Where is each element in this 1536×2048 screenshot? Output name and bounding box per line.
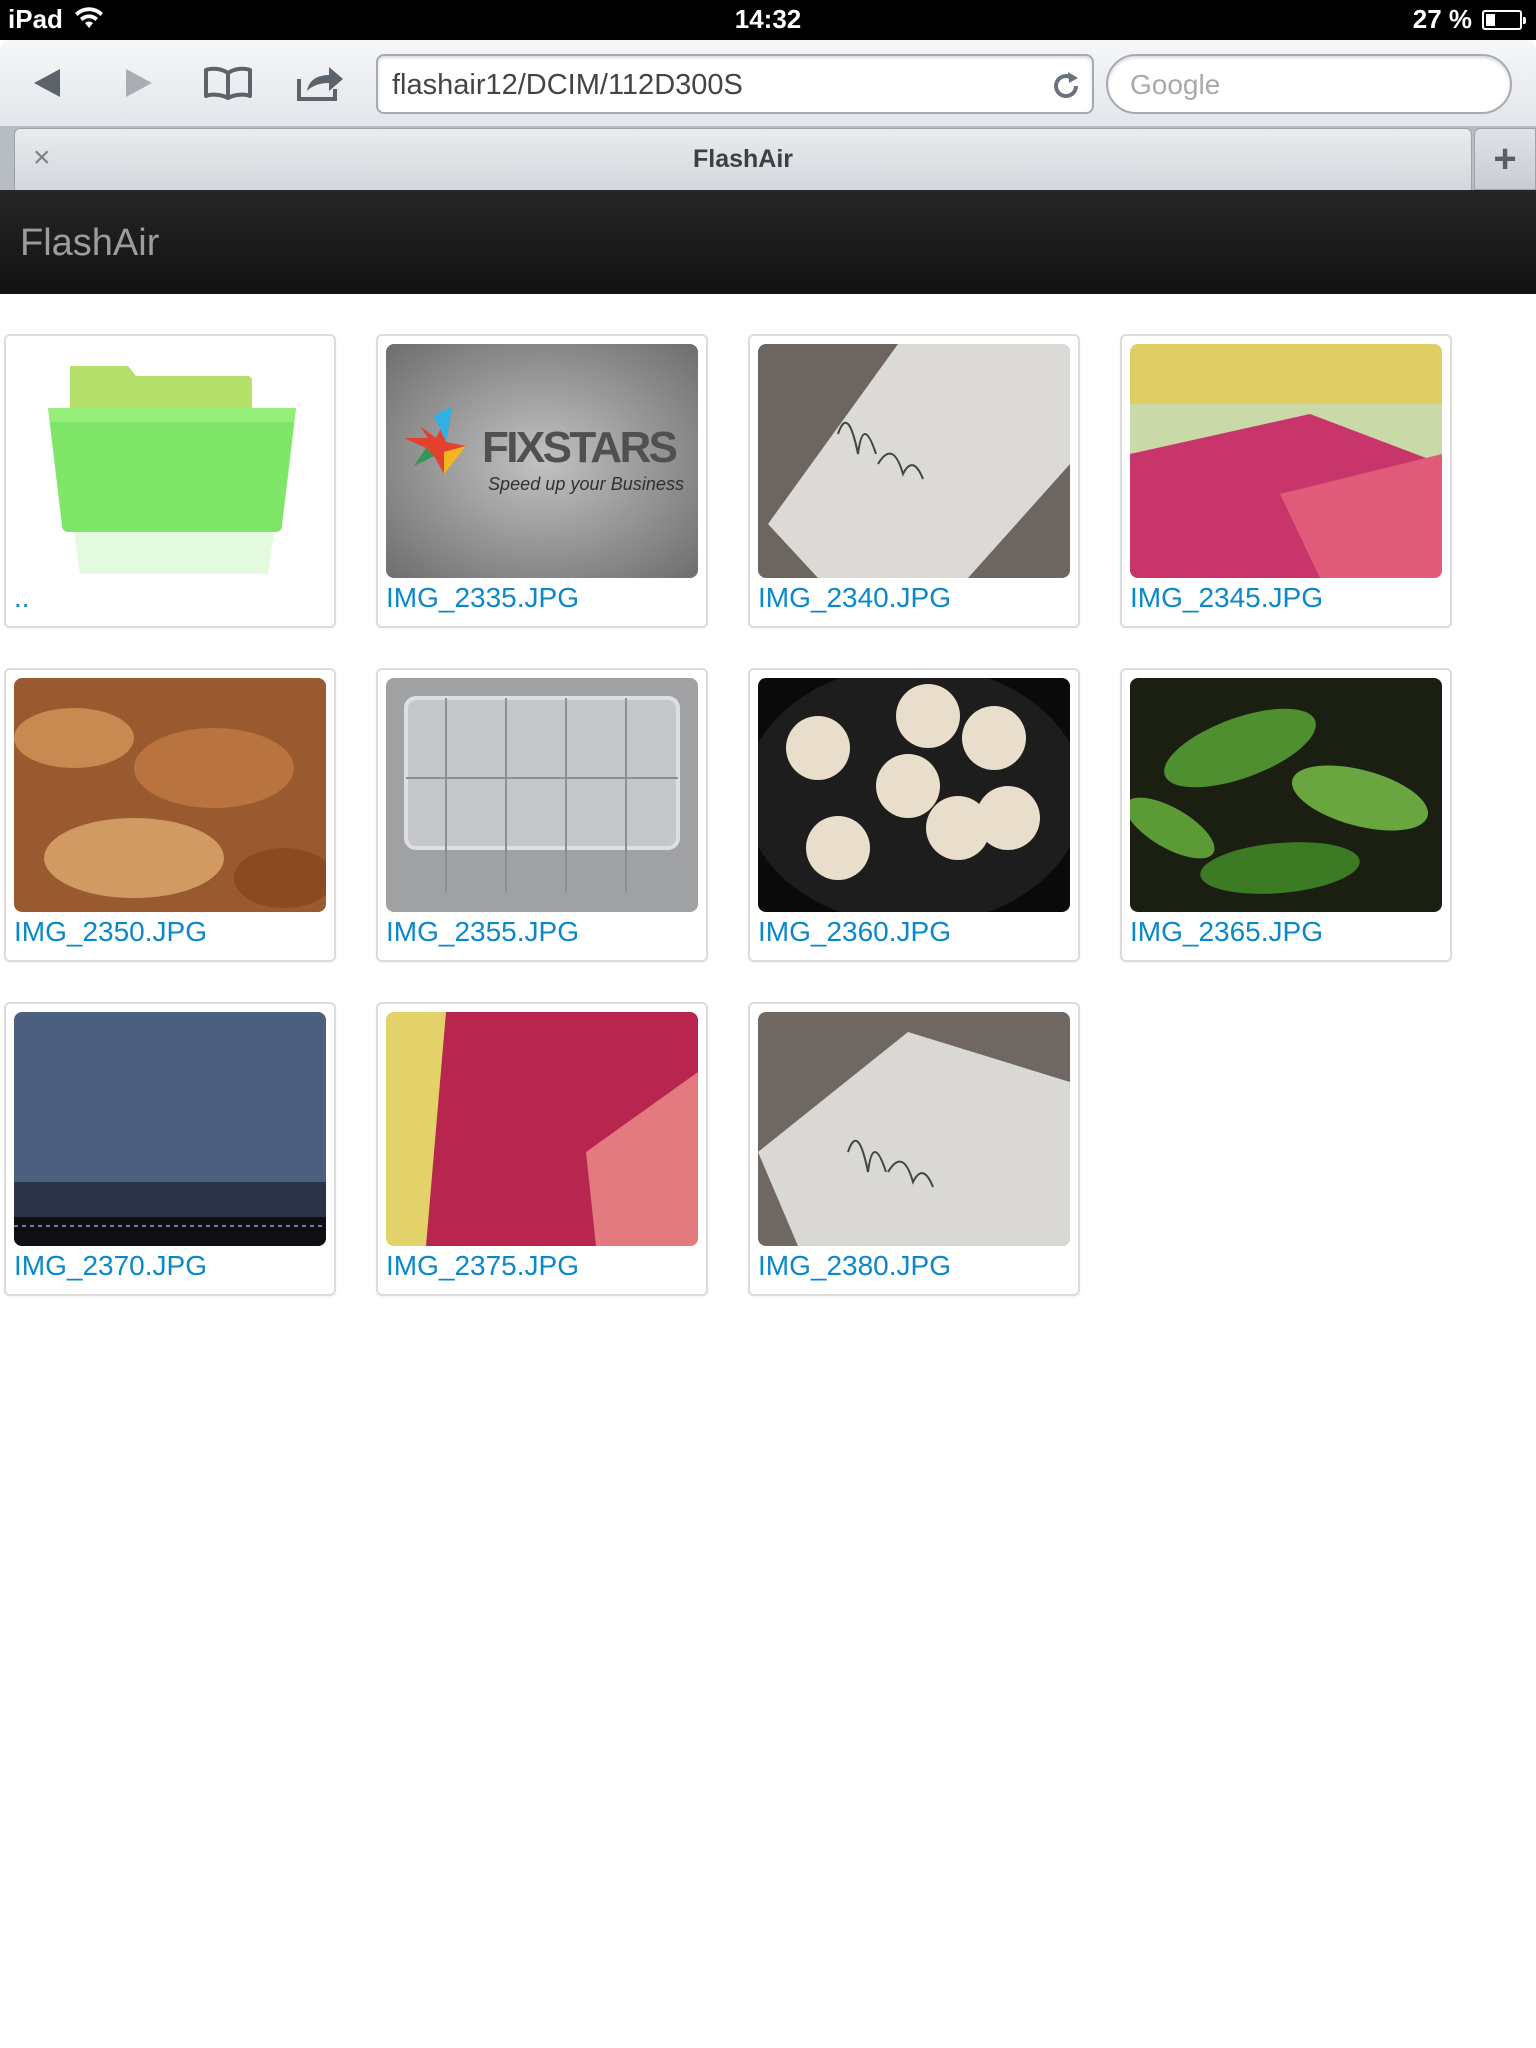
- image-file-item[interactable]: IMG_2370.JPG: [4, 1002, 336, 1296]
- file-name-link[interactable]: IMG_2340.JPG: [758, 582, 951, 614]
- image-thumbnail[interactable]: [14, 1012, 326, 1246]
- parent-folder-item[interactable]: ..: [4, 334, 336, 628]
- share-button[interactable]: [292, 58, 348, 108]
- browser-toolbar: flashair12/DCIM/112D300S: [0, 40, 1536, 126]
- file-name-link[interactable]: IMG_2380.JPG: [758, 1250, 951, 1282]
- battery-icon: [1482, 10, 1526, 30]
- image-file-item[interactable]: IMG_2380.JPG: [748, 1002, 1080, 1296]
- search-input[interactable]: [1130, 68, 1490, 102]
- back-button[interactable]: [20, 58, 76, 108]
- file-name-link[interactable]: IMG_2360.JPG: [758, 916, 951, 948]
- forward-arrow-icon: [126, 69, 152, 97]
- reload-icon[interactable]: [1050, 70, 1082, 102]
- image-thumbnail[interactable]: [14, 678, 326, 912]
- battery-percentage: 27 %: [1412, 4, 1472, 34]
- image-file-item[interactable]: IMG_2350.JPG: [4, 668, 336, 962]
- image-thumbnail[interactable]: [758, 344, 1070, 578]
- tab-flashair[interactable]: × FlashAir: [14, 128, 1472, 190]
- search-field[interactable]: [1106, 54, 1512, 114]
- svg-text:Speed up your Business: Speed up your Business: [488, 474, 684, 494]
- image-thumbnail[interactable]: FIXSTARS Speed up your Business: [386, 344, 698, 578]
- share-icon: [297, 67, 343, 101]
- image-thumbnail[interactable]: [386, 1012, 698, 1246]
- file-name-link[interactable]: ..: [14, 582, 30, 614]
- image-thumbnail[interactable]: [1130, 678, 1442, 912]
- tab-title: FlashAir: [692, 145, 794, 173]
- forward-button[interactable]: [110, 58, 166, 108]
- status-bar: iPad 14:32 27 %: [0, 0, 1536, 40]
- book-icon: [204, 66, 252, 100]
- image-file-item[interactable]: IMG_2360.JPG: [748, 668, 1080, 962]
- image-file-item[interactable]: IMG_2355.JPG: [376, 668, 708, 962]
- image-file-item[interactable]: IMG_2345.JPG: [1120, 334, 1452, 628]
- image-thumbnail[interactable]: [758, 1012, 1070, 1246]
- image-thumbnail[interactable]: [1130, 344, 1442, 578]
- file-name-link[interactable]: IMG_2350.JPG: [14, 916, 207, 948]
- file-name-link[interactable]: IMG_2345.JPG: [1130, 582, 1323, 614]
- file-name-link[interactable]: IMG_2375.JPG: [386, 1250, 579, 1282]
- image-file-item[interactable]: IMG_2340.JPG: [748, 334, 1080, 628]
- folder-icon[interactable]: [14, 344, 326, 578]
- file-name-link[interactable]: IMG_2335.JPG: [386, 582, 579, 614]
- bookmarks-button[interactable]: [200, 58, 256, 108]
- new-tab-button[interactable]: +: [1474, 128, 1536, 190]
- svg-text:FIXSTARS: FIXSTARS: [482, 423, 678, 472]
- address-bar[interactable]: flashair12/DCIM/112D300S: [376, 54, 1094, 114]
- file-name-link[interactable]: IMG_2355.JPG: [386, 916, 579, 948]
- url-text: flashair12/DCIM/112D300S: [392, 69, 743, 101]
- image-file-item[interactable]: IMG_2365.JPG: [1120, 668, 1452, 962]
- image-thumbnail[interactable]: [386, 678, 698, 912]
- back-arrow-icon: [34, 69, 60, 97]
- image-file-item[interactable]: FIXSTARS Speed up your Business IMG_2335.J…: [376, 334, 708, 628]
- file-name-link[interactable]: IMG_2365.JPG: [1130, 916, 1323, 948]
- tab-bar: × FlashAir +: [0, 126, 1536, 190]
- image-thumbnail[interactable]: [758, 678, 1070, 912]
- page-navbar: FlashAir: [0, 190, 1536, 294]
- file-name-link[interactable]: IMG_2370.JPG: [14, 1250, 207, 1282]
- image-file-item[interactable]: IMG_2375.JPG: [376, 1002, 708, 1296]
- brand-link[interactable]: FlashAir: [20, 222, 159, 265]
- clock: 14:32: [734, 4, 802, 34]
